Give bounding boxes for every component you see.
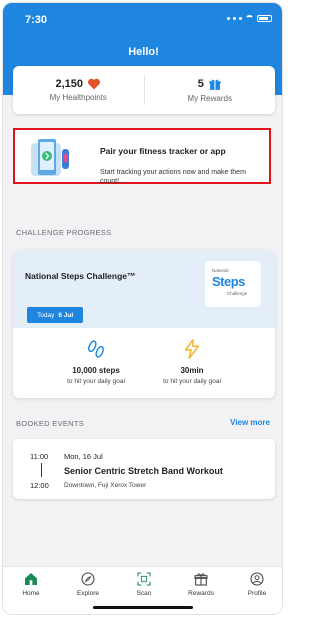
signal-icon: [239, 17, 242, 20]
page-title: Hello!: [128, 46, 159, 58]
minutes-value: 30min: [180, 366, 204, 375]
tab-label-scan: Scan: [136, 590, 152, 597]
signal-icon: [233, 17, 236, 20]
view-more-link[interactable]: View more: [230, 418, 270, 427]
tab-label-home: Home: [22, 590, 40, 597]
healthpoints-value-row: 2,150: [55, 78, 101, 90]
battery-icon: [257, 15, 272, 22]
pair-tracker-description: Start tracking your actions now and make…: [100, 169, 246, 185]
app-screen: 7:30 Hello! 2,150 My Healthpoints 5 My R…: [2, 2, 283, 615]
summary-card: 2,150 My Healthpoints 5 My Rewards: [13, 66, 275, 114]
steps-challenge-logo: National Steps Challenge: [205, 261, 261, 307]
status-icons: [227, 15, 272, 22]
date-value: 6 Jul: [58, 311, 74, 319]
challenge-name: National Steps Challenge™: [25, 271, 136, 281]
steps-subtext: to hit your daily goal: [67, 378, 125, 385]
event-time-divider: [41, 463, 42, 477]
minutes-subtext: to hit your daily goal: [163, 378, 221, 385]
fitness-tracker-illustration: [31, 139, 69, 176]
compass-icon: [81, 572, 95, 586]
profile-icon: [250, 572, 264, 586]
section-label-challenge: CHALLENGE PROGRESS: [16, 228, 112, 237]
challenge-card[interactable]: National Steps Challenge™ National Steps…: [13, 250, 275, 398]
healthpoints-summary[interactable]: 2,150 My Healthpoints: [13, 66, 144, 114]
event-start-time: 11:00: [30, 452, 49, 461]
healthpoints-label: My Healthpoints: [49, 93, 107, 102]
tab-home[interactable]: Home: [7, 571, 55, 597]
logo-line-1: National: [212, 268, 229, 273]
event-title: Senior Centric Stretch Band Workout: [64, 466, 223, 476]
tab-label-profile: Profile: [247, 590, 267, 597]
gift-icon: [209, 79, 221, 90]
heart-icon: [88, 78, 100, 90]
steps-metric: 10,000 steps to hit your daily goal: [41, 338, 151, 385]
pair-tracker-card[interactable]: Pair your fitness tracker or app Start t…: [13, 128, 271, 185]
healthpoints-value: 2,150: [55, 78, 84, 90]
rewards-value: 5: [197, 78, 204, 90]
rewards-label: My Rewards: [187, 93, 232, 103]
wifi-icon: [245, 15, 254, 22]
pair-tracker-title: Pair your fitness tracker or app: [100, 146, 226, 156]
status-time: 7:30: [25, 14, 48, 26]
footsteps-icon: [88, 340, 104, 358]
date-pill: Today 6 Jul: [27, 307, 84, 323]
tab-label-rewards: Rewards: [188, 590, 214, 597]
event-card[interactable]: 11:00 Mon, 16 Jul Senior Centric Stretch…: [13, 439, 275, 499]
home-icon: [25, 573, 37, 585]
event-end-time: 12:00: [30, 481, 49, 490]
event-date: Mon, 16 Jul: [64, 452, 103, 461]
scan-icon: [137, 572, 151, 586]
tab-scan[interactable]: Scan: [120, 571, 168, 597]
tab-profile[interactable]: Profile: [233, 571, 281, 597]
signal-icon: [227, 17, 230, 20]
rewards-summary[interactable]: 5 My Rewards: [145, 66, 276, 114]
date-prefix: Today: [37, 311, 55, 319]
event-location: Downtown, Fuji Xerox Tower: [64, 482, 147, 489]
challenge-banner: National Steps Challenge™ National Steps…: [13, 250, 275, 328]
rewards-value-row: 5: [198, 78, 222, 91]
logo-line-3: Challenge: [227, 291, 248, 296]
steps-value: 10,000 steps: [72, 366, 120, 375]
tab-explore[interactable]: Explore: [64, 571, 112, 597]
gift-icon: [194, 573, 208, 586]
lightning-icon: [184, 339, 200, 359]
minutes-metric: 30min to hit your daily goal: [137, 338, 247, 385]
section-label-events: BOOKED EVENTS: [16, 419, 85, 428]
home-indicator[interactable]: [93, 606, 193, 609]
tab-label-explore: Explore: [76, 590, 100, 597]
tab-rewards[interactable]: Rewards: [177, 571, 225, 597]
logo-line-2: Steps: [212, 274, 245, 289]
